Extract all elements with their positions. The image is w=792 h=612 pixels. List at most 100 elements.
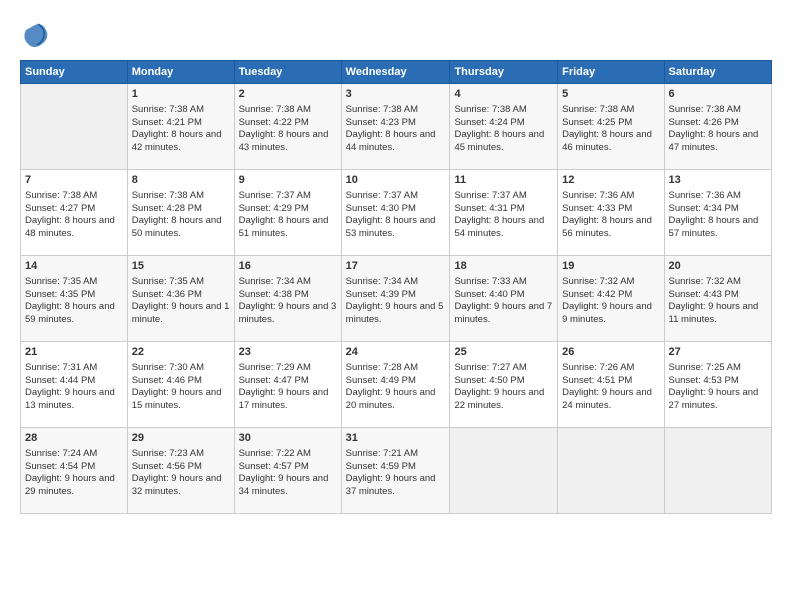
sunrise-text: Sunrise: 7:25 AM <box>669 362 741 373</box>
column-header-row: SundayMondayTuesdayWednesdayThursdayFrid… <box>21 61 772 84</box>
sunrise-text: Sunrise: 7:37 AM <box>454 190 526 201</box>
sunrise-text: Sunrise: 7:22 AM <box>239 448 311 459</box>
sunrise-text: Sunrise: 7:37 AM <box>346 190 418 201</box>
day-number: 4 <box>454 87 553 102</box>
sunrise-text: Sunrise: 7:30 AM <box>132 362 204 373</box>
calendar-cell: 21Sunrise: 7:31 AMSunset: 4:44 PMDayligh… <box>21 342 128 428</box>
sunset-text: Sunset: 4:21 PM <box>132 117 202 128</box>
daylight-text: Daylight: 8 hours and 45 minutes. <box>454 129 544 153</box>
sunrise-text: Sunrise: 7:21 AM <box>346 448 418 459</box>
sunset-text: Sunset: 4:43 PM <box>669 289 739 300</box>
calendar-cell: 24Sunrise: 7:28 AMSunset: 4:49 PMDayligh… <box>341 342 450 428</box>
calendar-cell: 5 Sunrise: 7:38 AM Sunset: 4:25 PMDaylight… <box>558 84 664 170</box>
day-number: 26 <box>562 345 659 360</box>
day-number: 5 <box>562 87 659 102</box>
daylight-text: Daylight: 9 hours and 37 minutes. <box>346 473 436 497</box>
daylight-text: Daylight: 9 hours and 7 minutes. <box>454 301 552 325</box>
sunrise-text: Sunrise: 7:28 AM <box>346 362 418 373</box>
calendar-cell: 10Sunrise: 7:37 AMSunset: 4:30 PMDayligh… <box>341 170 450 256</box>
calendar-cell: 6Sunrise: 7:38 AMSunset: 4:26 PMDaylight… <box>664 84 771 170</box>
day-number: 27 <box>669 345 767 360</box>
day-number: 31 <box>346 431 446 446</box>
daylight-text: Daylight: 9 hours and 34 minutes. <box>239 473 329 497</box>
day-number: 15 <box>132 259 230 274</box>
calendar-cell: 16Sunrise: 7:34 AMSunset: 4:38 PMDayligh… <box>234 256 341 342</box>
day-number: 16 <box>239 259 337 274</box>
col-header-tuesday: Tuesday <box>234 61 341 84</box>
daylight-text: Daylight: 9 hours and 11 minutes. <box>669 301 759 325</box>
day-number: 8 <box>132 173 230 188</box>
day-number: 11 <box>454 173 553 188</box>
sunrise-text: Sunrise: 7:35 AM <box>25 276 97 287</box>
calendar-cell: 30Sunrise: 7:22 AMSunset: 4:57 PMDayligh… <box>234 428 341 514</box>
daylight-text: Daylight: 9 hours and 3 minutes. <box>239 301 337 325</box>
sunrise-text: Sunrise: 7:38 AM <box>562 104 634 115</box>
calendar-cell: 28Sunrise: 7:24 AMSunset: 4:54 PMDayligh… <box>21 428 128 514</box>
daylight-text: Daylight: 8 hours and 46 minutes. <box>562 129 652 153</box>
calendar-cell: 11 Sunrise: 7:37 AM Sunset: 4:31 PMDayligh… <box>450 170 558 256</box>
sunrise-text: Sunrise: 7:36 AM <box>562 190 634 201</box>
sunset-text: Sunset: 4:38 PM <box>239 289 309 300</box>
daylight-text: Daylight: 9 hours and 29 minutes. <box>25 473 115 497</box>
daylight-text: Daylight: 8 hours and 56 minutes. <box>562 215 652 239</box>
daylight-text: Daylight: 9 hours and 32 minutes. <box>132 473 222 497</box>
calendar-cell: 3Sunrise: 7:38 AMSunset: 4:23 PMDaylight… <box>341 84 450 170</box>
calendar-cell: 22Sunrise: 7:30 AMSunset: 4:46 PMDayligh… <box>127 342 234 428</box>
sunrise-text: Sunrise: 7:32 AM <box>562 276 634 287</box>
daylight-text: Daylight: 8 hours and 42 minutes. <box>132 129 222 153</box>
calendar-cell <box>450 428 558 514</box>
col-header-monday: Monday <box>127 61 234 84</box>
calendar-table: SundayMondayTuesdayWednesdayThursdayFrid… <box>20 60 772 514</box>
sunset-text: Sunset: 4:47 PM <box>239 375 309 386</box>
calendar-cell: 12Sunrise: 7:36 AMSunset: 4:33 PMDayligh… <box>558 170 664 256</box>
daylight-text: Daylight: 8 hours and 53 minutes. <box>346 215 436 239</box>
sunrise-text: Sunrise: 7:26 AM <box>562 362 634 373</box>
sunset-text: Sunset: 4:31 PM <box>454 203 524 214</box>
day-number: 20 <box>669 259 767 274</box>
calendar-cell <box>664 428 771 514</box>
sunrise-text: Sunrise: 7:38 AM <box>132 190 204 201</box>
sunset-text: Sunset: 4:25 PM <box>562 117 632 128</box>
week-row-5: 28Sunrise: 7:24 AMSunset: 4:54 PMDayligh… <box>21 428 772 514</box>
week-row-2: 7Sunrise: 7:38 AMSunset: 4:27 PMDaylight… <box>21 170 772 256</box>
sunrise-text: Sunrise: 7:23 AM <box>132 448 204 459</box>
day-number: 17 <box>346 259 446 274</box>
sunrise-text: Sunrise: 7:34 AM <box>346 276 418 287</box>
sunset-text: Sunset: 4:35 PM <box>25 289 95 300</box>
daylight-text: Daylight: 8 hours and 48 minutes. <box>25 215 115 239</box>
daylight-text: Daylight: 8 hours and 50 minutes. <box>132 215 222 239</box>
daylight-text: Daylight: 9 hours and 22 minutes. <box>454 387 544 411</box>
calendar-cell: 17Sunrise: 7:34 AMSunset: 4:39 PMDayligh… <box>341 256 450 342</box>
page-header <box>20 20 772 50</box>
sunset-text: Sunset: 4:50 PM <box>454 375 524 386</box>
daylight-text: Daylight: 9 hours and 17 minutes. <box>239 387 329 411</box>
daylight-text: Daylight: 9 hours and 15 minutes. <box>132 387 222 411</box>
daylight-text: Daylight: 8 hours and 43 minutes. <box>239 129 329 153</box>
sunset-text: Sunset: 4:42 PM <box>562 289 632 300</box>
calendar-cell: 7Sunrise: 7:38 AMSunset: 4:27 PMDaylight… <box>21 170 128 256</box>
calendar-cell: 2Sunrise: 7:38 AMSunset: 4:22 PMDaylight… <box>234 84 341 170</box>
sunset-text: Sunset: 4:27 PM <box>25 203 95 214</box>
sunset-text: Sunset: 4:26 PM <box>669 117 739 128</box>
calendar-cell: 18Sunrise: 7:33 AMSunset: 4:40 PMDayligh… <box>450 256 558 342</box>
sunset-text: Sunset: 4:40 PM <box>454 289 524 300</box>
sunrise-text: Sunrise: 7:33 AM <box>454 276 526 287</box>
sunrise-text: Sunrise: 7:32 AM <box>669 276 741 287</box>
day-number: 13 <box>669 173 767 188</box>
daylight-text: Daylight: 8 hours and 54 minutes. <box>454 215 544 239</box>
week-row-3: 14Sunrise: 7:35 AMSunset: 4:35 PMDayligh… <box>21 256 772 342</box>
calendar-cell: 31Sunrise: 7:21 AMSunset: 4:59 PMDayligh… <box>341 428 450 514</box>
sunrise-text: Sunrise: 7:31 AM <box>25 362 97 373</box>
calendar-cell: 20 Sunrise: 7:32 AM Sunset: 4:43 PMDayligh… <box>664 256 771 342</box>
day-number: 23 <box>239 345 337 360</box>
calendar-cell: 4Sunrise: 7:38 AMSunset: 4:24 PMDaylight… <box>450 84 558 170</box>
week-row-4: 21Sunrise: 7:31 AMSunset: 4:44 PMDayligh… <box>21 342 772 428</box>
sunset-text: Sunset: 4:28 PM <box>132 203 202 214</box>
daylight-text: Daylight: 9 hours and 9 minutes. <box>562 301 652 325</box>
day-number: 19 <box>562 259 659 274</box>
sunrise-text: Sunrise: 7:38 AM <box>239 104 311 115</box>
sunrise-text: Sunrise: 7:24 AM <box>25 448 97 459</box>
daylight-text: Daylight: 8 hours and 44 minutes. <box>346 129 436 153</box>
sunrise-text: Sunrise: 7:36 AM <box>669 190 741 201</box>
daylight-text: Daylight: 9 hours and 27 minutes. <box>669 387 759 411</box>
